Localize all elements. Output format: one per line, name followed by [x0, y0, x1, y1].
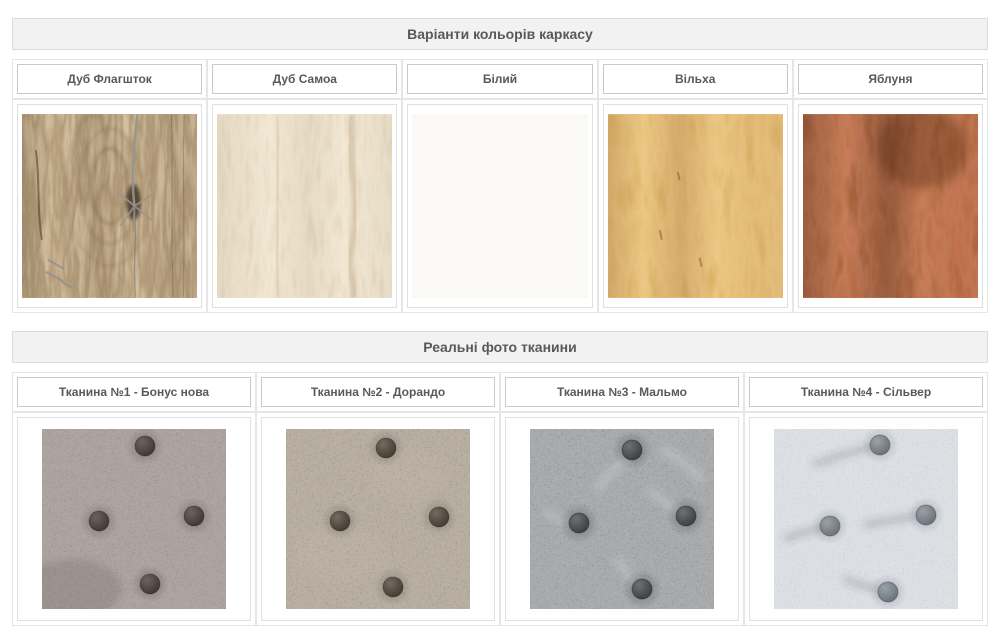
image-cell-white [402, 99, 597, 313]
swatch-label-white: Білий [407, 64, 592, 94]
label-cell-oak-samoa: Дуб Самоа [207, 59, 402, 99]
label-cell-fabric-dorando: Тканина №2 - Дорандо [256, 372, 500, 412]
fabric-label-dorando: Тканина №2 - Дорандо [261, 377, 495, 407]
fabric-image-frame-dorando [261, 417, 495, 621]
label-cell-fabric-malmo: Тканина №3 - Мальмо [500, 372, 744, 412]
frame-color-images-row [12, 99, 988, 313]
fabric-images-row [12, 412, 988, 626]
fabric-label-silver: Тканина №4 - Сільвер [749, 377, 983, 407]
fabric-image-frame-bonus-nova [17, 417, 251, 621]
swatch-label-alder: Вільха [603, 64, 788, 94]
swatch-image-frame-white [407, 104, 592, 308]
swatch-image-frame-oak-samoa [212, 104, 397, 308]
label-cell-alder: Вільха [598, 59, 793, 99]
fabric-dorando-photo [286, 429, 470, 609]
fabric-label-malmo: Тканина №3 - Мальмо [505, 377, 739, 407]
image-cell-apple [793, 99, 988, 313]
swatch-label-oak-flagstaff: Дуб Флагшток [17, 64, 202, 94]
fabric-photos-section: Реальні фото тканини Тканина №1 - Бонус … [12, 331, 988, 626]
fabric-labels-row: Тканина №1 - Бонус нова Тканина №2 - Дор… [12, 372, 988, 412]
oak-flagstaff-texture-image [22, 114, 197, 298]
image-cell-fabric-bonus-nova [12, 412, 256, 626]
image-cell-fabric-dorando [256, 412, 500, 626]
fabric-image-frame-malmo [505, 417, 739, 621]
frame-colors-section: Варіанти кольорів каркасу Дуб Флагшток Д… [12, 18, 988, 313]
image-cell-fabric-silver [744, 412, 988, 626]
fabric-malmo-photo [530, 429, 714, 609]
frame-color-labels-row: Дуб Флагшток Дуб Самоа Білий Вільха Яблу… [12, 59, 988, 99]
frame-colors-header: Варіанти кольорів каркасу [12, 18, 988, 50]
fabric-bonus-nova-photo [42, 429, 226, 609]
swatch-label-oak-samoa: Дуб Самоа [212, 64, 397, 94]
label-cell-apple: Яблуня [793, 59, 988, 99]
swatch-image-frame-apple [798, 104, 983, 308]
image-cell-oak-flagstaff [12, 99, 207, 313]
fabric-silver-photo [774, 429, 958, 609]
image-cell-oak-samoa [207, 99, 402, 313]
image-cell-fabric-malmo [500, 412, 744, 626]
apple-tree-texture-image [803, 114, 978, 298]
oak-samoa-texture-image [217, 114, 392, 298]
image-cell-alder [598, 99, 793, 313]
fabric-image-frame-silver [749, 417, 983, 621]
alder-texture-image [608, 114, 783, 298]
fabric-photos-header: Реальні фото тканини [12, 331, 988, 363]
white-texture-image [412, 114, 587, 298]
fabric-label-bonus-nova: Тканина №1 - Бонус нова [17, 377, 251, 407]
label-cell-fabric-bonus-nova: Тканина №1 - Бонус нова [12, 372, 256, 412]
swatch-image-frame-alder [603, 104, 788, 308]
label-cell-white: Білий [402, 59, 597, 99]
swatch-label-apple: Яблуня [798, 64, 983, 94]
product-color-options-panel: Варіанти кольорів каркасу Дуб Флагшток Д… [0, 18, 1000, 626]
swatch-image-frame-oak-flagstaff [17, 104, 202, 308]
label-cell-fabric-silver: Тканина №4 - Сільвер [744, 372, 988, 412]
label-cell-oak-flagstaff: Дуб Флагшток [12, 59, 207, 99]
